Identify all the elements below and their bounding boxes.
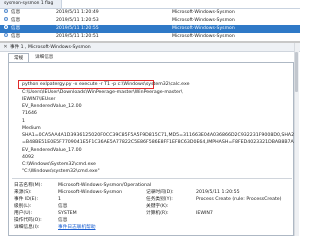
level-label: 级别(L): <box>14 204 32 209</box>
row-level: 信息 <box>11 34 21 39</box>
logged-value: 2019/5/11 1:20:55 <box>196 190 240 195</box>
source-label: 来源(S): <box>14 190 32 195</box>
detail-line-parentguid: EV_RenderedValue_17.00 <box>22 148 82 153</box>
event-row[interactable]: 信息 2019/5/11 1:20:51 Microsoft-Windows-S… <box>0 33 300 41</box>
event-row-selected[interactable]: 信息 2019/5/11 1:20:55 Microsoft-Windows-S… <box>0 25 300 33</box>
detail-line-integrity: Medium <box>22 126 41 131</box>
row-level: 信息 <box>11 10 21 15</box>
detail-line-parentcmd: "C:\Windows\system32\cmd.exe" <box>22 169 100 174</box>
detail-line-hashes-1: SHA1=0CA5AA4A1D3936125020F0CC39C85F5A5F9… <box>22 133 298 138</box>
details-divider <box>12 178 292 179</box>
info-icon <box>4 25 8 29</box>
detail-line-sessionid: 1 <box>22 119 25 124</box>
level-value: 信息 <box>58 204 68 209</box>
row-datetime: 2019/5/11 1:20:55 <box>56 26 99 31</box>
task-value: Process Create (rule: ProcessCreate) <box>196 197 282 202</box>
event-row[interactable]: 信息 2019/5/11 1:20:49 Microsoft-Windows-S… <box>0 9 300 17</box>
detail-line-hashes-2: =B48BE51E0E5F7709041E5F1C36AE5A77822C5E8… <box>22 140 298 145</box>
row-source: Microsoft-Windows-Sysmon <box>172 10 235 15</box>
detail-line-user: IEWIN7\IEUser <box>22 97 56 102</box>
close-icon[interactable]: ✕ <box>2 44 9 51</box>
row-source: Microsoft-Windows-Sysmon <box>172 34 235 39</box>
row-source: Microsoft-Windows-Sysmon <box>172 18 235 23</box>
detail-line-parentimage: C:\Windows\System32\cmd.exe <box>22 162 96 167</box>
opcode-label: 操作代码(O): <box>14 218 42 223</box>
info-icon <box>4 17 8 21</box>
detail-line-logonid: 71646 <box>22 111 37 116</box>
scrollbar-thumb[interactable] <box>295 52 298 92</box>
detail-line-commandline: python exlpatergy.py -x execute -r T1 -p… <box>22 82 190 87</box>
computer-label: 计算机(R): <box>146 211 169 216</box>
row-datetime: 2019/5/11 1:20:53 <box>56 18 99 23</box>
info-icon <box>4 33 8 37</box>
user-value: SYSTEM <box>58 211 77 216</box>
event-id-label: 事件 ID(E): <box>14 197 39 202</box>
log-name-value: Microsoft-Windows-Sysmon/Operational <box>58 183 152 188</box>
detail-line-logonguid: EV_RenderedValue_12.00 <box>22 104 82 109</box>
log-tab[interactable]: sysmon-sysmon 1 flag <box>0 0 62 8</box>
computer-value: IEWIN7 <box>196 211 213 216</box>
event-row[interactable]: 信息 2019/5/11 1:20:53 Microsoft-Windows-S… <box>0 17 300 25</box>
row-source: Microsoft-Windows-Sysmon <box>172 26 235 31</box>
detail-line-parentpid: 4092 <box>22 155 34 160</box>
row-datetime: 2019/5/11 1:20:51 <box>56 34 99 39</box>
opcode-value: 信息 <box>58 218 68 223</box>
detail-line-currentdir: C:\Users\IEUser\Downloads\WinPeerage-mas… <box>22 90 183 95</box>
info-icon <box>4 9 8 13</box>
event-id-value: 1 <box>58 197 61 202</box>
tab-details[interactable]: 详细信息 <box>30 53 58 62</box>
row-datetime: 2019/5/11 1:20:49 <box>56 10 99 15</box>
task-label: 任务类别(Y): <box>146 197 173 202</box>
tab-general[interactable]: 常规 <box>8 53 30 62</box>
keywords-label: 关键字(K): <box>146 204 169 209</box>
logged-label: 记录时间(D): <box>146 190 174 195</box>
log-name-label: 日志名称(M): <box>14 183 43 188</box>
row-level: 信息 <box>11 18 21 23</box>
row-level: 信息 <box>11 26 21 31</box>
source-value: Microsoft-Windows-Sysmon <box>58 190 123 195</box>
event-detail-header: 事件 1 , Microsoft-Windows-Sysmon <box>0 43 300 52</box>
user-label: 用户(U): <box>14 211 33 216</box>
more-info-label: 详细信息(I): <box>14 225 40 230</box>
online-help-link[interactable]: 事件日志联机帮助 <box>58 224 96 231</box>
